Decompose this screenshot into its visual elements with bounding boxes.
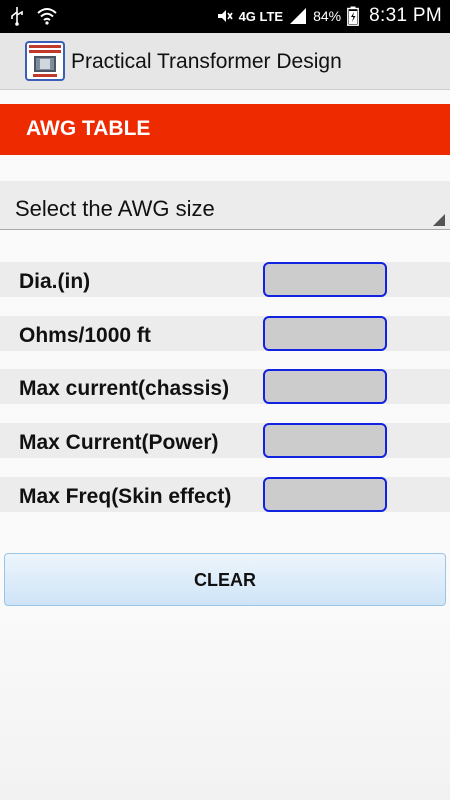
network-type-label: 4G LTE — [238, 8, 284, 24]
ohms-field[interactable] — [263, 316, 387, 351]
section-header-title: AWG TABLE — [26, 117, 151, 140]
dropdown-caret-icon — [433, 214, 445, 226]
clear-button-label: CLEAR — [194, 570, 256, 590]
signal-icon — [290, 8, 307, 24]
battery-icon — [347, 6, 360, 26]
max-current-power-field[interactable] — [263, 423, 387, 458]
row-ohms: Ohms/1000 ft — [0, 316, 450, 351]
action-bar: Practical Transformer Design — [0, 33, 450, 90]
awg-size-spinner-value: Select the AWG size — [15, 196, 215, 221]
max-freq-field[interactable] — [263, 477, 387, 512]
mute-icon — [217, 10, 233, 22]
max-current-power-label: Max Current(Power) — [19, 431, 219, 454]
awg-size-spinner[interactable]: Select the AWG size — [0, 181, 450, 230]
clear-button[interactable]: CLEAR — [4, 553, 446, 606]
row-max-current-chassis: Max current(chassis) — [0, 369, 450, 404]
diameter-field[interactable] — [263, 262, 387, 297]
max-freq-label: Max Freq(Skin effect) — [19, 485, 232, 508]
usb-icon — [11, 7, 23, 26]
app-logo-icon — [25, 41, 65, 81]
max-current-chassis-label: Max current(chassis) — [19, 377, 230, 400]
row-max-current-power: Max Current(Power) — [0, 423, 450, 458]
row-max-freq: Max Freq(Skin effect) — [0, 477, 450, 512]
app-title: Practical Transformer Design — [71, 50, 342, 73]
clock: 8:31 PM — [369, 5, 442, 26]
max-current-chassis-field[interactable] — [263, 369, 387, 404]
wifi-icon — [37, 8, 57, 25]
diameter-label: Dia.(in) — [19, 270, 91, 293]
background-area — [0, 606, 450, 800]
ohms-label: Ohms/1000 ft — [19, 324, 151, 347]
section-header: AWG TABLE — [0, 104, 450, 155]
battery-percent: 84% — [313, 8, 342, 24]
row-diameter: Dia.(in) — [0, 262, 450, 297]
status-bar: 4G LTE 84% 8:31 PM — [0, 0, 450, 33]
